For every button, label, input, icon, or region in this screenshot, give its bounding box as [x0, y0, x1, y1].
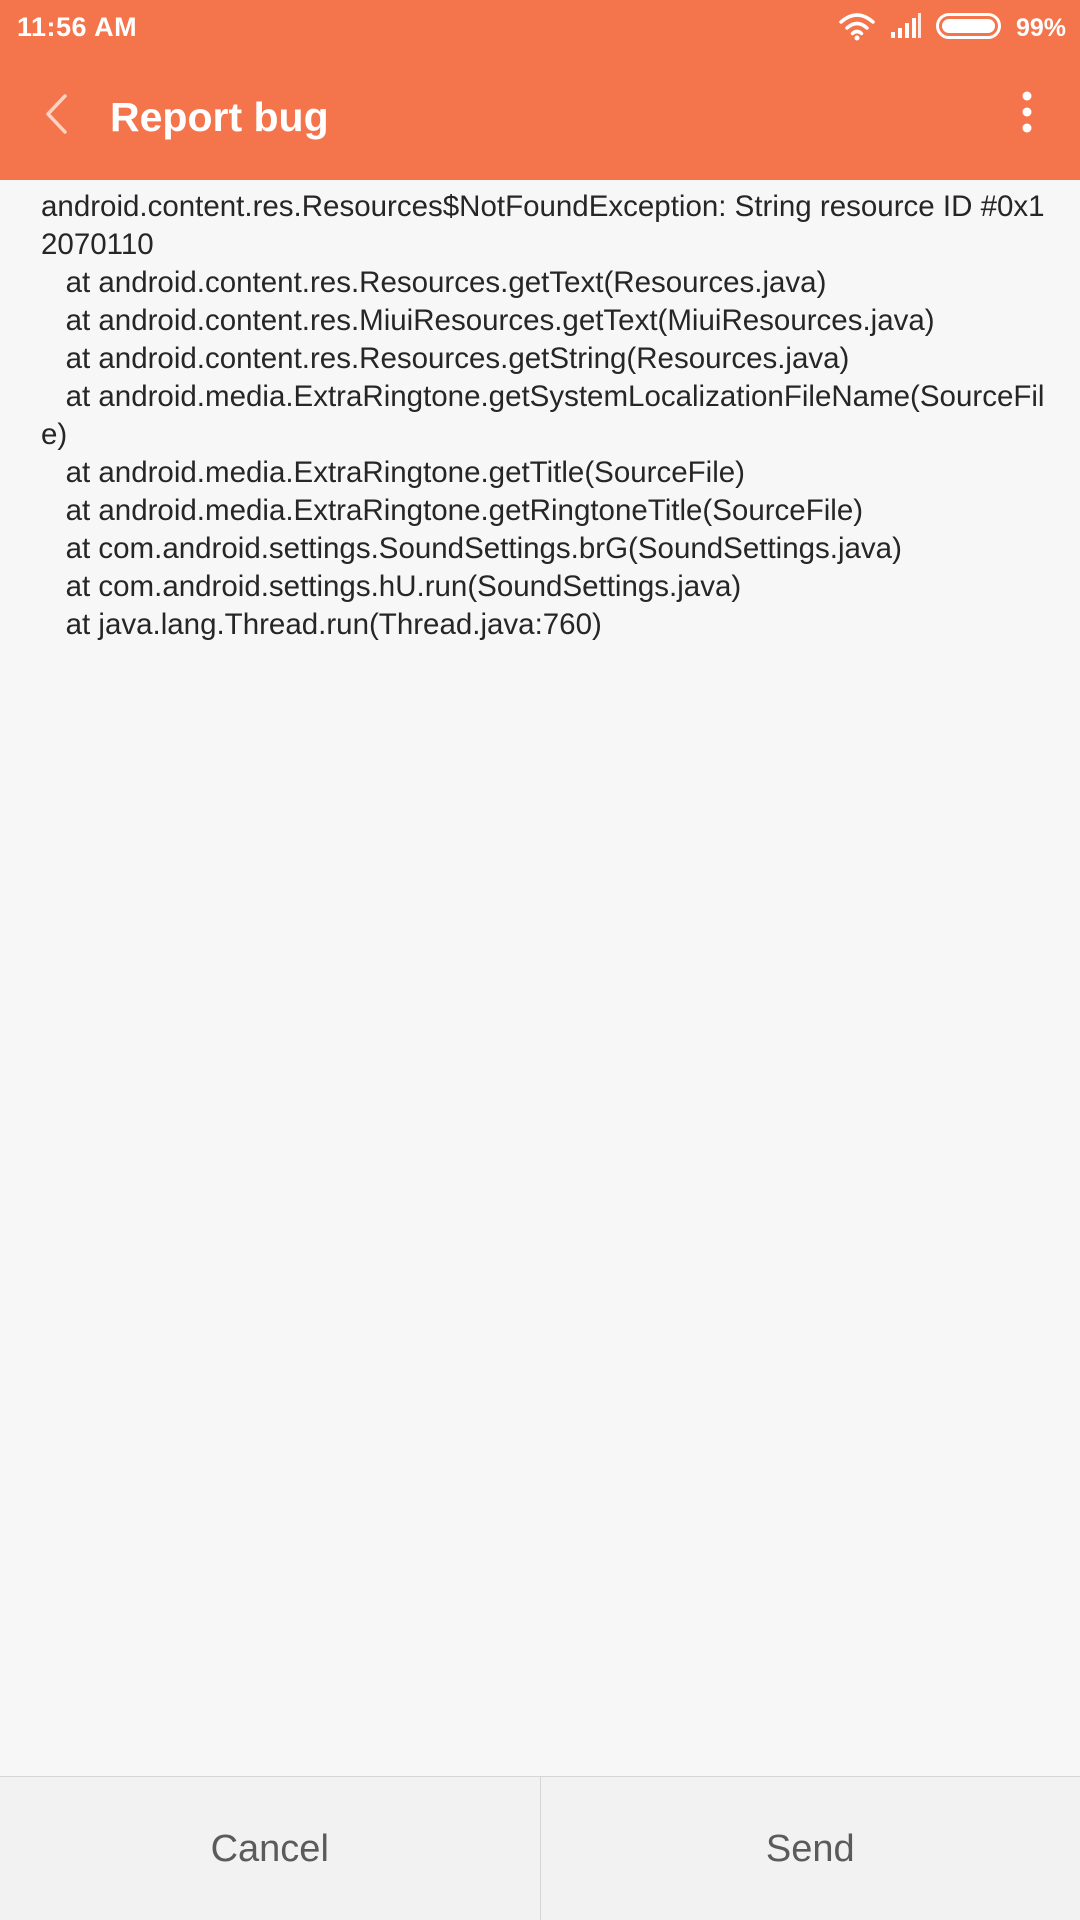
report-content: android.content.res.Resources$NotFoundEx… [0, 180, 1080, 1776]
more-vertical-icon [1021, 91, 1033, 138]
report-bug-screen: 11:56 AM 99% Report bug android.content.… [0, 0, 1080, 1920]
signal-icon [890, 12, 922, 44]
status-icons: 99% [838, 10, 1066, 46]
chevron-left-icon [43, 92, 69, 141]
back-button[interactable] [30, 78, 82, 154]
send-button[interactable]: Send [541, 1777, 1080, 1920]
stack-trace-text[interactable]: android.content.res.Resources$NotFoundEx… [41, 188, 1051, 644]
cancel-button[interactable]: Cancel [0, 1777, 540, 1920]
status-bar: 11:56 AM 99% [0, 0, 1080, 56]
wifi-icon [838, 11, 876, 46]
battery-icon [935, 12, 1002, 44]
action-bar: Cancel Send [0, 1776, 1080, 1920]
more-options-button[interactable] [1002, 84, 1052, 144]
app-bar: Report bug [0, 56, 1080, 180]
battery-percent: 99% [1015, 13, 1066, 42]
status-time: 11:56 AM [17, 12, 138, 42]
page-title: Report bug [110, 94, 329, 140]
